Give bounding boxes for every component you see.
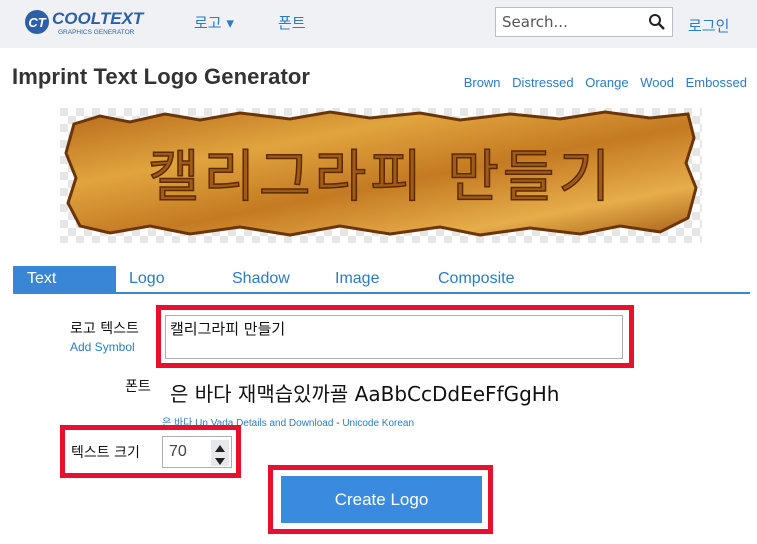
logo-subtext: GRAPHICS GENERATOR [58, 29, 135, 36]
text-size-input[interactable] [163, 437, 207, 467]
tab-logo[interactable]: Logo [129, 266, 165, 292]
search-input[interactable] [496, 8, 644, 36]
font-info-separator: - [336, 418, 340, 429]
add-symbol-link[interactable]: Add Symbol [70, 340, 135, 354]
style-link-orange[interactable]: Orange [585, 75, 628, 90]
tab-composite[interactable]: Composite [438, 266, 514, 292]
font-preview[interactable]: 은 바다 재맥습있까굘 AaBbCcDdEeFfGgHh [170, 378, 559, 407]
style-link-embossed[interactable]: Embossed [686, 75, 747, 90]
login-link[interactable]: 로그인 [688, 15, 729, 36]
logo-wordmark: COOLTEXT [52, 9, 145, 28]
font-label: 폰트 [125, 379, 151, 395]
logo-preview-image: 캘리그라피 만들기 [60, 108, 702, 243]
logo-text-textarea[interactable]: 캘리그라피 만들기 [165, 315, 623, 359]
decrement-button[interactable] [211, 453, 229, 466]
text-size-stepper [162, 436, 232, 468]
style-link-brown[interactable]: Brown [464, 75, 501, 90]
top-navigation-bar: CT COOLTEXT GRAPHICS GENERATOR 로고 ▾ 폰트 로… [0, 0, 757, 48]
create-logo-button[interactable]: Create Logo [281, 476, 482, 523]
style-link-wood[interactable]: Wood [640, 75, 674, 90]
increment-button[interactable] [211, 440, 229, 453]
text-size-label: 텍스트 크기 [71, 445, 140, 461]
nav-fonts-link[interactable]: 폰트 [278, 12, 306, 33]
logo-text-label: 로고 텍스트 [70, 321, 139, 337]
search-icon[interactable] [648, 13, 666, 31]
tab-text[interactable]: Text [13, 266, 116, 292]
tab-image[interactable]: Image [335, 266, 379, 292]
tab-shadow[interactable]: Shadow [232, 266, 290, 292]
settings-tabs: Text Logo Shadow Image Composite [13, 266, 750, 294]
svg-text:CT: CT [28, 15, 46, 30]
page-title: Imprint Text Logo Generator [12, 64, 311, 89]
style-link-distressed[interactable]: Distressed [512, 75, 573, 90]
search-box [495, 7, 673, 37]
font-category-link[interactable]: Unicode Korean [342, 418, 414, 429]
preview-logo-text: 캘리그라피 만들기 [148, 145, 614, 210]
arrow-down-icon [215, 458, 225, 465]
style-links: Brown Distressed Orange Wood Embossed [456, 75, 747, 90]
cooltext-logo[interactable]: CT COOLTEXT GRAPHICS GENERATOR [24, 7, 164, 37]
nav-logos-dropdown[interactable]: 로고 ▾ [194, 12, 234, 33]
